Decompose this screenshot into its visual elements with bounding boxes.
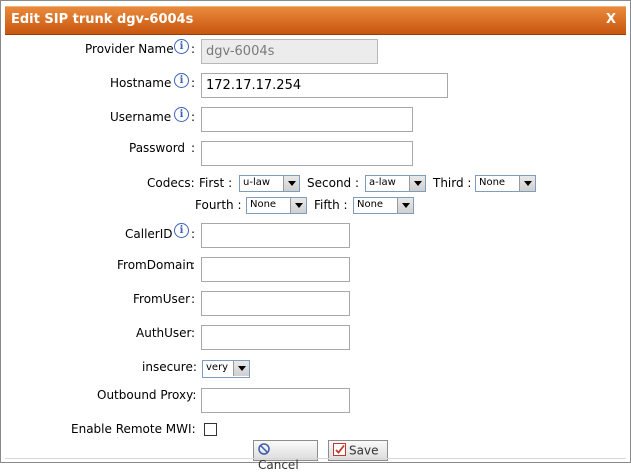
codec-third-label: Third : bbox=[433, 176, 472, 190]
authuser-label: AuthUser bbox=[136, 326, 192, 340]
codec-fourth-select[interactable]: None bbox=[246, 197, 307, 214]
colon: : bbox=[191, 110, 196, 124]
remote-mwi-checkbox[interactable] bbox=[204, 423, 217, 436]
username-label: Username bbox=[110, 110, 172, 124]
insecure-label: insecure: bbox=[142, 360, 197, 374]
password-input[interactable] bbox=[201, 141, 413, 166]
chevron-down-icon bbox=[283, 176, 299, 191]
codec-fourth-label: Fourth : bbox=[195, 198, 242, 212]
save-check-icon bbox=[333, 443, 346, 459]
colon: : bbox=[191, 76, 196, 90]
chevron-down-icon bbox=[519, 176, 535, 191]
insecure-value: very bbox=[206, 362, 229, 373]
codec-third-value: None bbox=[479, 177, 506, 188]
save-label: Save bbox=[349, 443, 379, 458]
username-input[interactable] bbox=[201, 107, 413, 132]
remote-mwi-label: Enable Remote MWI: bbox=[71, 422, 196, 436]
info-icon[interactable]: i bbox=[174, 39, 189, 54]
codec-fifth-label: Fifth : bbox=[314, 198, 348, 212]
colon: : bbox=[191, 141, 196, 155]
outbound-proxy-input[interactable] bbox=[201, 388, 350, 413]
colon: : bbox=[191, 326, 196, 340]
fromdomain-label: FromDomain bbox=[117, 258, 194, 272]
cancel-label: Cancel bbox=[258, 458, 299, 472]
fromuser-label: FromUser bbox=[133, 292, 191, 306]
provider-name-input[interactable]: dgv-6004s bbox=[201, 39, 378, 64]
password-label: Password bbox=[129, 141, 186, 155]
codec-first-label: First : bbox=[199, 176, 233, 190]
chevron-down-icon bbox=[397, 198, 413, 213]
info-icon[interactable]: i bbox=[174, 223, 189, 238]
insecure-select[interactable]: very bbox=[202, 360, 250, 378]
hostname-label: Hostname bbox=[110, 76, 172, 90]
callerid-input[interactable] bbox=[201, 223, 350, 248]
codec-first-select[interactable]: u-law bbox=[239, 175, 300, 192]
dialog-titlebar[interactable]: Edit SIP trunk dgv-6004s X bbox=[5, 6, 626, 35]
colon: : bbox=[191, 227, 196, 241]
info-icon[interactable]: i bbox=[174, 107, 189, 122]
chevron-down-icon bbox=[233, 361, 249, 376]
codec-second-value: a-law bbox=[369, 177, 396, 188]
colon: : bbox=[191, 292, 196, 306]
codec-second-select[interactable]: a-law bbox=[365, 175, 426, 192]
info-icon[interactable]: i bbox=[174, 73, 189, 88]
chevron-down-icon bbox=[409, 176, 425, 191]
provider-name-label: Provider Name bbox=[85, 42, 174, 56]
hostname-input[interactable]: 172.17.17.254 bbox=[201, 73, 448, 98]
close-button[interactable]: X bbox=[606, 12, 616, 27]
codec-second-label: Second : bbox=[307, 176, 360, 190]
colon: : bbox=[191, 42, 196, 56]
chevron-down-icon bbox=[290, 198, 306, 213]
codec-first-value: u-law bbox=[243, 177, 271, 188]
edit-sip-trunk-dialog: Edit SIP trunk dgv-6004s X Provider Name… bbox=[0, 0, 631, 472]
colon: : bbox=[191, 258, 196, 272]
cancel-icon bbox=[258, 443, 270, 458]
codec-fourth-value: None bbox=[250, 199, 277, 210]
callerid-label: CallerID bbox=[125, 227, 173, 241]
dialog-title: Edit SIP trunk dgv-6004s bbox=[11, 12, 194, 27]
authuser-input[interactable] bbox=[201, 325, 350, 350]
divider bbox=[5, 458, 626, 459]
outbound-proxy-label: Outbound Proxy: bbox=[97, 388, 197, 402]
codec-fifth-select[interactable]: None bbox=[353, 197, 414, 214]
fromdomain-input[interactable] bbox=[201, 257, 350, 282]
codec-third-select[interactable]: None bbox=[475, 175, 536, 192]
codec-fifth-value: None bbox=[357, 199, 384, 210]
codecs-label: Codecs: bbox=[147, 176, 195, 190]
fromuser-input[interactable] bbox=[201, 291, 350, 316]
